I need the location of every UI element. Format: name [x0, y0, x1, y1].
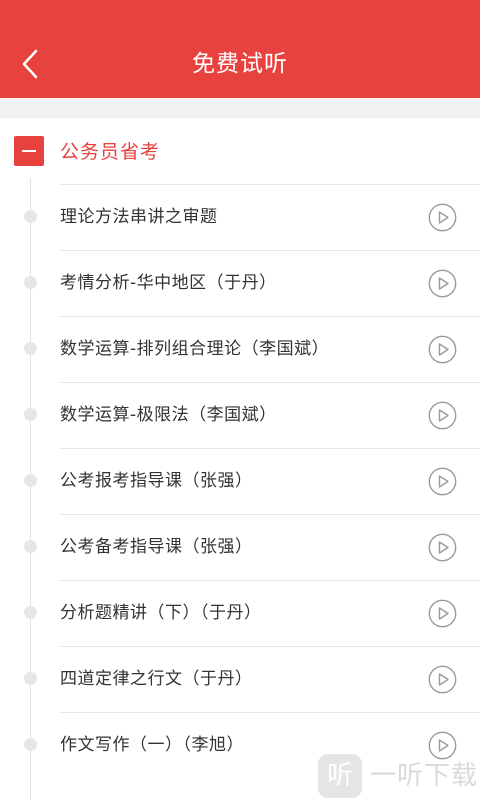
play-icon[interactable]	[428, 731, 457, 760]
header-spacer	[0, 98, 480, 118]
row-divider	[60, 514, 480, 515]
play-icon[interactable]	[428, 269, 457, 298]
lesson-item[interactable]: 作文写作（一）（李旭）	[0, 712, 480, 778]
lesson-title: 作文写作（一）（李旭）	[60, 735, 244, 755]
section-header[interactable]: 公务员省考	[0, 118, 480, 184]
lesson-item[interactable]: 数学运算-排列组合理论（李国斌）	[0, 316, 480, 382]
play-icon[interactable]	[428, 533, 457, 562]
lesson-list: 公务员省考 理论方法串讲之审题考情分析-华中地区（于丹） 数学运算-排列组合理论（…	[0, 118, 480, 800]
lesson-title: 数学运算-排列组合理论（李国斌）	[60, 339, 330, 359]
lesson-item[interactable]: 公考备考指导课（张强）	[0, 514, 480, 580]
nav-bar: 免费试听	[0, 0, 480, 98]
play-icon[interactable]	[428, 335, 457, 364]
row-divider	[60, 580, 480, 581]
row-divider	[60, 712, 480, 713]
timeline-dot	[24, 606, 37, 619]
play-icon[interactable]	[428, 599, 457, 628]
timeline-dot	[24, 210, 37, 223]
timeline-dot	[24, 408, 37, 421]
play-icon[interactable]	[428, 665, 457, 694]
play-icon[interactable]	[428, 203, 457, 232]
lesson-title: 四道定律之行文（于丹）	[60, 669, 253, 689]
play-icon[interactable]	[428, 467, 457, 496]
lesson-item[interactable]: 考情分析-华中地区（于丹）	[0, 250, 480, 316]
timeline-dot	[24, 474, 37, 487]
lesson-title: 公考报考指导课（张强）	[60, 471, 253, 491]
minus-square-icon[interactable]	[14, 136, 44, 166]
page-title: 免费试听	[192, 51, 288, 77]
lesson-item[interactable]: 数学运算-极限法（李国斌）	[0, 382, 480, 448]
timeline-dot	[24, 738, 37, 751]
timeline-dot	[24, 342, 37, 355]
timeline-dot	[24, 540, 37, 553]
row-divider	[60, 250, 480, 251]
lesson-item[interactable]: 理论方法串讲之审题	[0, 184, 480, 250]
row-divider	[60, 184, 480, 185]
lesson-title: 分析题精讲（下）（于丹）	[60, 603, 262, 623]
lesson-title: 数学运算-极限法（李国斌）	[60, 405, 277, 425]
play-icon[interactable]	[428, 401, 457, 430]
row-divider	[60, 316, 480, 317]
lesson-item[interactable]: 四道定律之行文（于丹）	[0, 646, 480, 712]
row-divider	[60, 646, 480, 647]
row-divider	[60, 382, 480, 383]
lesson-title: 考情分析-华中地区（于丹）	[60, 273, 277, 293]
lesson-item[interactable]: 分析题精讲（下）（于丹）	[0, 580, 480, 646]
row-divider	[60, 448, 480, 449]
section-title: 公务员省考	[60, 141, 161, 163]
timeline-dot	[24, 276, 37, 289]
lesson-item[interactable]: 公考报考指导课（张强）	[0, 448, 480, 514]
lesson-title: 理论方法串讲之审题	[60, 207, 218, 227]
lesson-title: 公考备考指导课（张强）	[60, 537, 253, 557]
timeline-dot	[24, 672, 37, 685]
